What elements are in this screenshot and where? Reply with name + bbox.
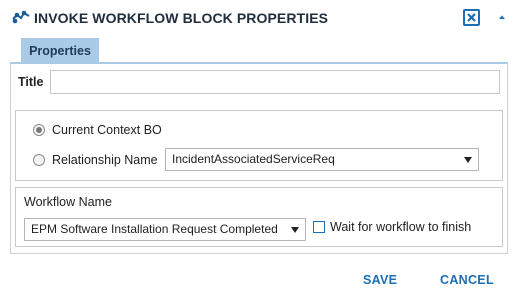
save-button[interactable]: SAVE — [363, 273, 397, 287]
wait-for-workflow-label: Wait for workflow to finish — [330, 220, 472, 234]
workflow-select[interactable]: EPM Software Installation Request Comple… — [24, 218, 306, 241]
workflow-select-value: EPM Software Installation Request Comple… — [31, 222, 278, 236]
chevron-down-icon — [464, 157, 472, 163]
dialog-header: INVOKE WORKFLOW BLOCK PROPERTIES — [0, 0, 518, 36]
workflow-name-label: Workflow Name — [24, 195, 112, 209]
caret-up-icon[interactable] — [497, 12, 507, 22]
dialog-title: INVOKE WORKFLOW BLOCK PROPERTIES — [34, 10, 329, 26]
close-icon — [467, 13, 476, 22]
close-button[interactable] — [463, 9, 480, 26]
title-input[interactable] — [50, 70, 500, 94]
relationship-label: Relationship Name — [52, 153, 158, 167]
chevron-down-icon — [291, 227, 299, 233]
workflow-block-icon — [12, 10, 30, 24]
tab-properties[interactable]: Properties — [21, 38, 99, 64]
title-label: Title — [18, 75, 44, 89]
cancel-button[interactable]: CANCEL — [440, 273, 494, 287]
tab-bar: Properties — [10, 38, 508, 64]
wait-for-workflow-checkbox[interactable] — [313, 221, 325, 233]
current-context-label: Current Context BO — [52, 123, 162, 137]
relationship-select-value: IncidentAssociatedServiceReq — [172, 152, 335, 166]
current-context-radio[interactable] — [33, 124, 45, 136]
relationship-select[interactable]: IncidentAssociatedServiceReq — [165, 148, 479, 171]
relationship-radio[interactable] — [33, 154, 45, 166]
